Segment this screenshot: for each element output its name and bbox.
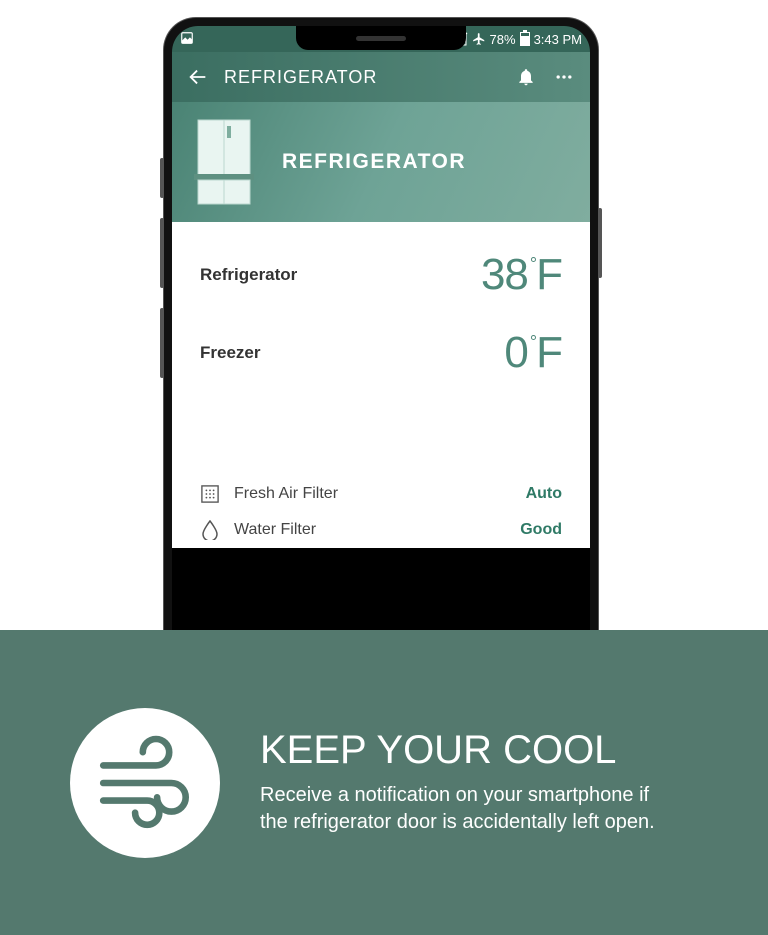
freezer-temp-row[interactable]: Freezer 0°F xyxy=(200,328,562,378)
hero-title: REFRIGERATOR xyxy=(282,150,466,174)
phone-side-button xyxy=(160,218,164,288)
freezer-temp-number: 0 xyxy=(504,328,527,378)
water-drop-icon xyxy=(200,520,220,540)
freezer-temp-value: 0°F xyxy=(504,328,562,378)
temperature-section: Refrigerator 38°F Freezer 0°F xyxy=(172,222,590,416)
wind-icon xyxy=(70,708,220,858)
back-button[interactable] xyxy=(186,65,210,89)
battery-percent: 78% xyxy=(490,32,516,47)
picture-icon xyxy=(180,31,194,48)
water-filter-value: Good xyxy=(520,521,562,539)
more-button[interactable] xyxy=(552,65,576,89)
promo-title: KEEP YOUR COOL xyxy=(260,729,680,772)
freezer-temp-unit: F xyxy=(536,328,562,378)
refrigerator-icon xyxy=(194,118,254,206)
notifications-button[interactable] xyxy=(514,65,538,89)
app-title: REFRIGERATOR xyxy=(224,67,500,88)
battery-icon xyxy=(520,32,530,46)
refrigerator-temp-unit: F xyxy=(536,250,562,300)
refrigerator-temp-row[interactable]: Refrigerator 38°F xyxy=(200,250,562,300)
air-filter-icon xyxy=(200,484,220,504)
fresh-air-filter-row[interactable]: Fresh Air Filter Auto xyxy=(200,476,562,512)
status-time: 3:43 PM xyxy=(534,32,582,47)
hero-banner: REFRIGERATOR xyxy=(172,102,590,222)
refrigerator-temp-number: 38 xyxy=(481,250,528,300)
phone-side-button xyxy=(160,158,164,198)
app-bar: REFRIGERATOR xyxy=(172,52,590,102)
refrigerator-temp-value: 38°F xyxy=(481,250,562,300)
water-filter-row[interactable]: Water Filter Good xyxy=(200,512,562,548)
phone-side-button xyxy=(598,208,602,278)
filters-section: Fresh Air Filter Auto Water Filter Good xyxy=(172,416,590,548)
fresh-air-filter-value: Auto xyxy=(526,485,562,503)
phone-mockup: 78% 3:43 PM REFRIGERATOR xyxy=(164,18,598,638)
phone-side-button xyxy=(160,308,164,378)
phone-notch xyxy=(296,26,466,50)
water-filter-label: Water Filter xyxy=(234,521,506,539)
refrigerator-temp-label: Refrigerator xyxy=(200,265,297,285)
fresh-air-filter-label: Fresh Air Filter xyxy=(234,485,512,503)
freezer-temp-label: Freezer xyxy=(200,343,260,363)
airplane-icon xyxy=(472,32,486,46)
promo-panel: KEEP YOUR COOL Receive a notification on… xyxy=(0,630,768,935)
promo-body: Receive a notification on your smartphon… xyxy=(260,782,680,836)
